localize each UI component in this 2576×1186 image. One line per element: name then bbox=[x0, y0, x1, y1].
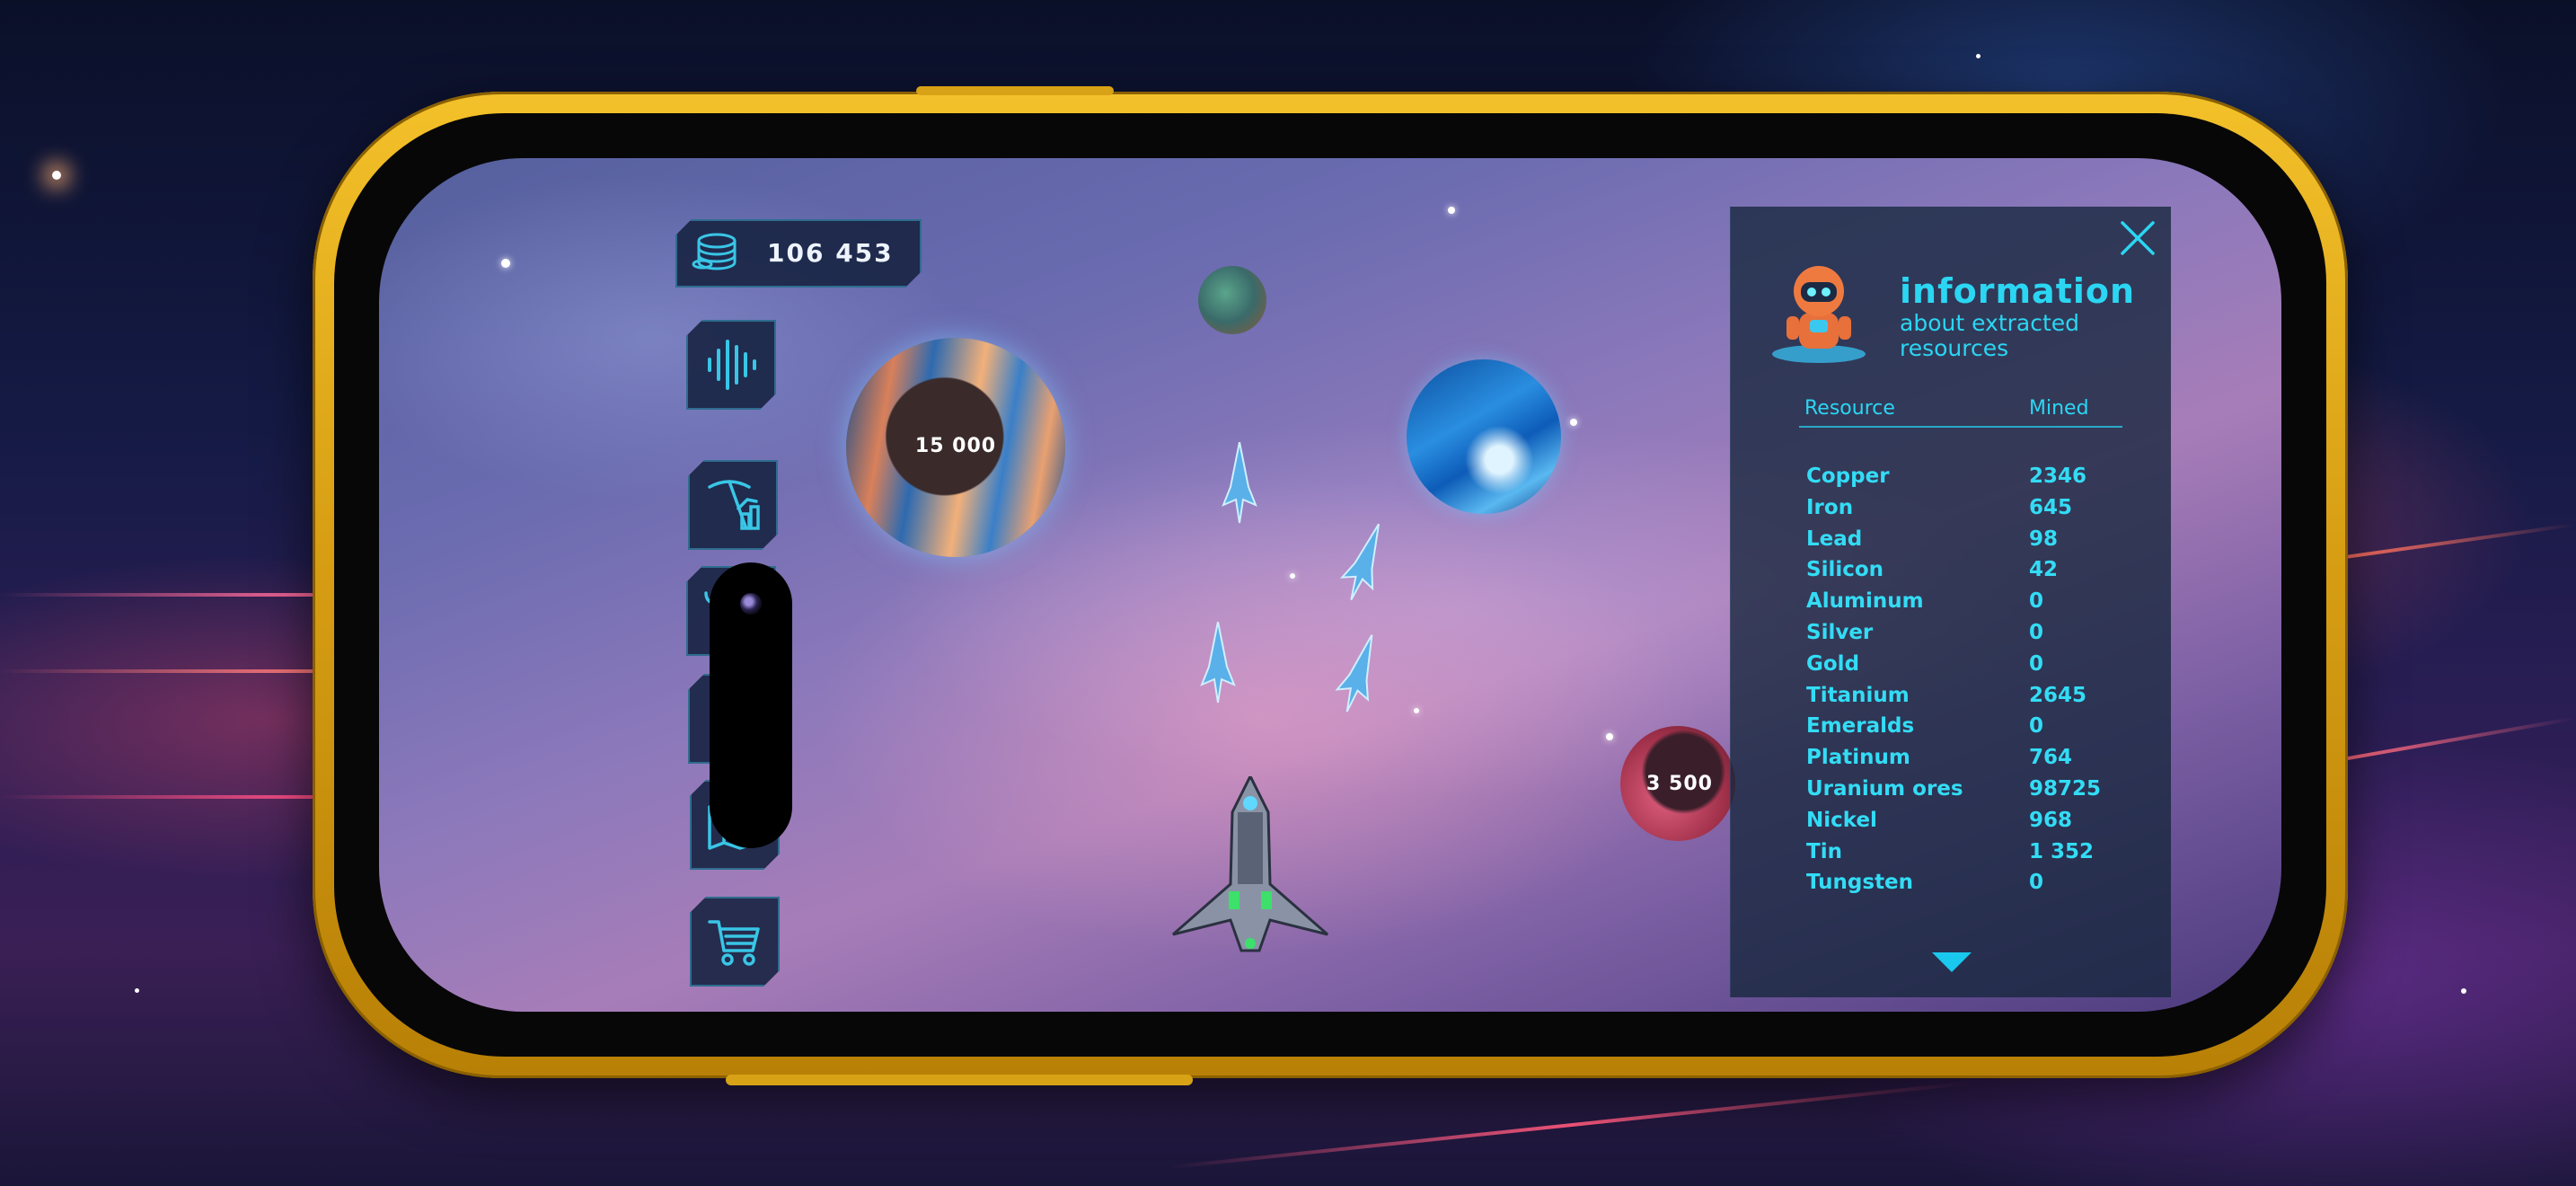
resource-mined: 2645 bbox=[2029, 683, 2087, 707]
resource-mined: 0 bbox=[2029, 871, 2044, 895]
resource-mined: 2346 bbox=[2029, 465, 2087, 488]
star bbox=[1414, 708, 1419, 713]
panel-title: information bbox=[1900, 271, 2136, 311]
mining-button[interactable] bbox=[688, 460, 778, 550]
planet-blue[interactable] bbox=[1407, 359, 1561, 514]
star bbox=[1570, 419, 1577, 426]
camera-icon bbox=[740, 593, 762, 615]
background-star bbox=[135, 988, 139, 993]
resource-name: Tungsten bbox=[1806, 871, 1914, 895]
table-row: Tungsten 0 bbox=[1731, 867, 2171, 898]
planet-small-moon[interactable] bbox=[1198, 266, 1266, 334]
phone-frame: 106 453 15 000 3 500 information about e… bbox=[313, 86, 2348, 1085]
light-streak bbox=[2345, 716, 2575, 761]
game-screen[interactable]: 106 453 15 000 3 500 information about e… bbox=[379, 158, 2281, 1012]
resource-name: Silver bbox=[1806, 621, 1874, 644]
star bbox=[501, 259, 510, 268]
resource-mined: 645 bbox=[2029, 495, 2073, 519]
resource-mined: 98725 bbox=[2029, 777, 2102, 801]
close-icon[interactable] bbox=[2117, 217, 2158, 259]
resource-mined: 0 bbox=[2029, 621, 2044, 644]
phone-side-button bbox=[726, 1075, 1193, 1085]
resources-info-panel: information about extracted resources Re… bbox=[1730, 207, 2171, 997]
table-row: Uranium ores 98725 bbox=[1731, 774, 2171, 804]
enemy-ship[interactable] bbox=[1200, 622, 1236, 712]
panel-subtitle: about extracted resources bbox=[1900, 310, 2080, 361]
resource-name: Silicon bbox=[1806, 558, 1884, 582]
mining-pickaxe-icon bbox=[702, 474, 763, 535]
light-streak bbox=[0, 795, 323, 799]
robot-mascot-icon bbox=[1772, 266, 1866, 363]
resource-name: Copper bbox=[1806, 465, 1890, 488]
shopping-cart-icon bbox=[704, 911, 765, 972]
scroll-down-arrow-icon[interactable] bbox=[1932, 952, 1972, 972]
table-row: Silver 0 bbox=[1731, 617, 2171, 648]
sound-wave-icon bbox=[701, 334, 762, 395]
star bbox=[1448, 207, 1455, 214]
resource-mined: 0 bbox=[2029, 714, 2044, 739]
table-row: Copper 2346 bbox=[1731, 461, 2171, 491]
resource-name: Titanium bbox=[1806, 683, 1910, 707]
column-header-mined: Mined bbox=[2029, 397, 2089, 420]
phone-side-button bbox=[916, 86, 1114, 95]
table-row: Nickel 968 bbox=[1731, 805, 2171, 836]
light-streak bbox=[0, 669, 323, 673]
resource-name: Uranium ores bbox=[1806, 777, 1963, 801]
table-row: Tin 1 352 bbox=[1731, 836, 2171, 867]
background-star bbox=[52, 171, 61, 180]
light-streak bbox=[2344, 523, 2576, 559]
enemy-ship[interactable] bbox=[1222, 442, 1257, 532]
resource-mined: 1 352 bbox=[2029, 839, 2095, 863]
resource-name: Emeralds bbox=[1806, 714, 1915, 739]
background-star bbox=[1976, 54, 1981, 58]
sound-button[interactable] bbox=[686, 320, 776, 410]
column-header-resource: Resource bbox=[1804, 397, 1895, 420]
resource-name: Lead bbox=[1806, 527, 1863, 551]
resource-mined: 0 bbox=[2029, 651, 2044, 676]
table-row: Gold 0 bbox=[1731, 649, 2171, 679]
resource-name: Tin bbox=[1806, 839, 1842, 863]
header-divider bbox=[1799, 426, 2122, 428]
resource-name: Platinum bbox=[1806, 746, 1910, 770]
light-streak bbox=[1169, 1080, 1974, 1170]
table-row: Aluminum 0 bbox=[1731, 586, 2171, 616]
resource-mined: 0 bbox=[2029, 589, 2044, 614]
table-row: Iron 645 bbox=[1731, 492, 2171, 523]
background-star bbox=[2461, 988, 2466, 994]
player-spaceship[interactable] bbox=[1169, 776, 1331, 956]
coin-amount: 106 453 bbox=[767, 238, 894, 268]
table-row: Titanium 2645 bbox=[1731, 680, 2171, 711]
planet-large-value: 15 000 bbox=[914, 435, 997, 457]
star bbox=[1290, 573, 1295, 579]
resource-mined: 764 bbox=[2029, 746, 2073, 770]
dynamic-island bbox=[710, 562, 792, 848]
table-row: Platinum 764 bbox=[1731, 742, 2171, 773]
resource-name: Gold bbox=[1806, 651, 1860, 676]
resource-mined: 968 bbox=[2029, 808, 2073, 832]
resource-name: Nickel bbox=[1806, 808, 1877, 832]
resource-name: Iron bbox=[1806, 495, 1854, 519]
table-row: Emeralds 0 bbox=[1731, 711, 2171, 741]
shop-button[interactable] bbox=[690, 897, 780, 987]
star bbox=[1606, 733, 1613, 740]
table-row: Silicon 42 bbox=[1731, 554, 2171, 585]
enemy-ship[interactable] bbox=[1328, 629, 1389, 725]
table-row: Lead 98 bbox=[1731, 524, 2171, 554]
resource-name: Aluminum bbox=[1806, 589, 1924, 614]
resource-mined: 98 bbox=[2029, 527, 2059, 551]
resource-mined: 42 bbox=[2029, 558, 2059, 582]
coins-icon bbox=[690, 228, 742, 280]
light-streak bbox=[0, 593, 323, 597]
enemy-ship[interactable] bbox=[1331, 518, 1396, 615]
coin-counter: 106 453 bbox=[675, 219, 922, 288]
phone-bezel: 106 453 15 000 3 500 information about e… bbox=[334, 113, 2326, 1057]
